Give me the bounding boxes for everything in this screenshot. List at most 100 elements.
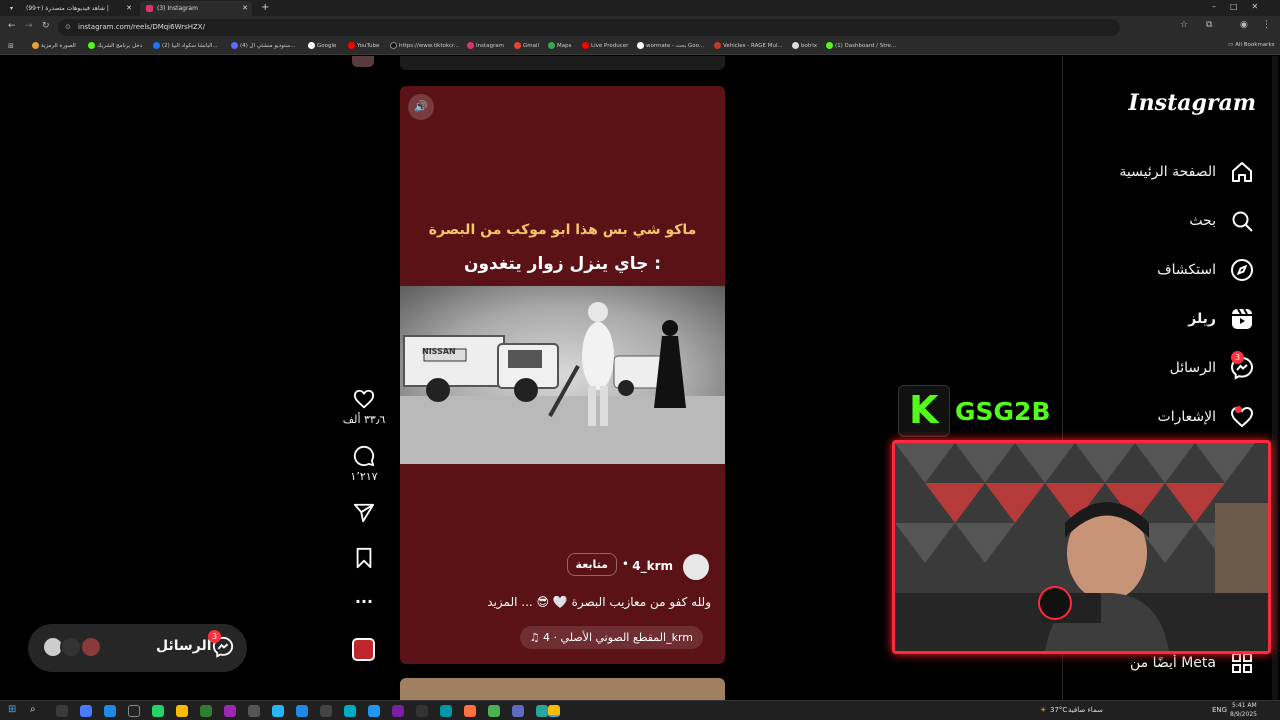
window-controls[interactable]: –□✕ bbox=[1212, 2, 1272, 11]
next-reel[interactable] bbox=[400, 678, 725, 700]
bookmark-item[interactable]: https://www.tiktokcr... bbox=[390, 42, 459, 49]
bookmark-item[interactable]: Maps bbox=[548, 42, 571, 49]
forward-icon[interactable]: → bbox=[25, 21, 33, 31]
chrome-active-icon[interactable] bbox=[548, 705, 560, 717]
messages-pill[interactable]: الرسائل 3 bbox=[28, 624, 247, 672]
sidebar-item-explore[interactable]: استكشاف bbox=[1157, 255, 1254, 285]
app-icon[interactable] bbox=[344, 705, 356, 717]
kick-logo-letter: K bbox=[909, 388, 939, 432]
windows-start-icon[interactable]: ⊞ bbox=[8, 704, 16, 715]
close-icon[interactable]: ✕ bbox=[242, 4, 248, 12]
app-icon[interactable] bbox=[512, 705, 524, 717]
app-icon[interactable] bbox=[80, 705, 92, 717]
tab-list-button[interactable]: ▾ bbox=[4, 1, 16, 16]
telegram-icon[interactable] bbox=[272, 705, 284, 717]
folder-icon: ▭ bbox=[1228, 42, 1234, 48]
scrollbar[interactable] bbox=[1272, 56, 1278, 700]
app-icon[interactable] bbox=[248, 705, 260, 717]
sidebar-item-reels[interactable]: ريلز bbox=[1188, 304, 1254, 334]
search-icon[interactable]: ⌕ bbox=[30, 704, 36, 715]
app-icon[interactable] bbox=[488, 705, 500, 717]
bookmark-item[interactable]: wormate - بحث Goo... bbox=[637, 42, 704, 49]
close-icon[interactable]: ✕ bbox=[126, 4, 132, 12]
whatsapp-icon[interactable] bbox=[152, 705, 164, 717]
bookmark-item[interactable]: YouTube bbox=[348, 42, 379, 49]
back-icon[interactable]: ← bbox=[8, 21, 16, 31]
weather-icon: ☀ bbox=[1040, 706, 1047, 714]
bookmark-label: الصورة الرمزية bbox=[41, 42, 76, 49]
star-icon[interactable]: ☆ bbox=[1180, 20, 1188, 30]
author-username[interactable]: 4_krm bbox=[632, 559, 673, 573]
app-icon[interactable] bbox=[464, 705, 476, 717]
sidebar-item-notifications[interactable]: الإشعارات bbox=[1158, 402, 1254, 432]
reload-icon[interactable]: ↻ bbox=[42, 21, 50, 31]
comment-count: ١٬٢١٧ bbox=[350, 470, 378, 483]
app-icon[interactable] bbox=[392, 705, 404, 717]
share-button[interactable] bbox=[342, 502, 386, 527]
like-button[interactable]: ٣٣٫٦ ألف bbox=[342, 388, 386, 426]
sidebar-item-label: بحث bbox=[1189, 213, 1216, 229]
bookmark-item[interactable]: Google bbox=[308, 42, 336, 49]
bookmark-label: (2) البانشا سكواد البيا... bbox=[162, 42, 218, 49]
language-indicator[interactable]: ENG bbox=[1212, 706, 1227, 714]
author-avatar[interactable] bbox=[681, 552, 711, 582]
more-options-icon[interactable]: ··· bbox=[342, 592, 386, 611]
messages-pill-badge: 3 bbox=[208, 630, 221, 643]
clock-time[interactable]: 5:41 AM bbox=[1232, 702, 1257, 709]
tab-youtube[interactable]: (99+) شاهد فيديوهات متصدرة | ✕ bbox=[20, 1, 136, 16]
save-button[interactable] bbox=[342, 547, 386, 572]
bookmark-item[interactable]: Instagram bbox=[467, 42, 504, 49]
app-icon[interactable] bbox=[200, 705, 212, 717]
like-count: ٣٣٫٦ ألف bbox=[342, 413, 386, 426]
extensions-icon[interactable]: ⧉ bbox=[1206, 20, 1212, 30]
app-icon[interactable] bbox=[440, 705, 452, 717]
sidebar-item-search[interactable]: بحث bbox=[1189, 206, 1254, 236]
audio-pill[interactable]: ♫ المقطع الصوتي الأصلي · 4_krm bbox=[519, 626, 703, 649]
url-field[interactable]: ⊙ instagram.com/reels/DMqi6WrsHZX/ bbox=[58, 19, 1120, 36]
profile-icon[interactable]: ◉ bbox=[1240, 20, 1248, 30]
bookmark-item[interactable]: Live Producer bbox=[582, 42, 628, 49]
reel-description[interactable]: ولله كفو من معازيب البصرة 🤍 😎 ... المزيد bbox=[411, 595, 711, 609]
audio-thumbnail[interactable] bbox=[352, 638, 375, 661]
app-icon[interactable] bbox=[104, 705, 116, 717]
tab-instagram[interactable]: (3) Instagram ✕ bbox=[140, 1, 252, 16]
bookmark-item[interactable]: (2) البانشا سكواد البيا... bbox=[153, 42, 218, 49]
new-tab-button[interactable]: + bbox=[261, 2, 269, 13]
app-icon[interactable] bbox=[224, 705, 236, 717]
taskview-icon[interactable] bbox=[56, 705, 68, 717]
speaker-icon[interactable]: 🔊 bbox=[408, 94, 434, 120]
app-icon[interactable] bbox=[368, 705, 380, 717]
bookmark-item[interactable]: الصورة الرمزية bbox=[32, 42, 76, 49]
clock-date[interactable]: 8/9/2025 bbox=[1230, 711, 1257, 718]
bookmark-item[interactable]: botrix bbox=[792, 42, 817, 49]
site-info-icon[interactable]: ⊙ bbox=[65, 19, 71, 36]
messages-pill-label: الرسائل bbox=[156, 638, 212, 654]
all-bookmarks[interactable]: ▭ All Bookmarks bbox=[1228, 42, 1275, 48]
messages-badge: 3 bbox=[1231, 351, 1244, 364]
bookmark-item[interactable]: Gmail bbox=[514, 42, 539, 49]
app-icon[interactable] bbox=[320, 705, 332, 717]
app-icon[interactable] bbox=[296, 705, 308, 717]
reel-video[interactable]: 🔊 ماكو شي بس هذا ابو موكب من البصرة جاي … bbox=[400, 86, 725, 664]
previous-reel[interactable] bbox=[400, 56, 725, 70]
bookmark-item[interactable]: (1) Dashboard / Stre... bbox=[826, 42, 896, 49]
bookmark-label: Live Producer bbox=[591, 42, 629, 49]
chrome-icon[interactable] bbox=[176, 705, 188, 717]
follow-button[interactable]: متابعة bbox=[566, 553, 617, 576]
bookmark-item[interactable]: دخل برنامج الشريك bbox=[88, 42, 142, 49]
comment-button[interactable]: ١٬٢١٧ bbox=[342, 445, 386, 483]
menu-icon[interactable]: ⋮ bbox=[1262, 20, 1271, 30]
bookmark-label: All Bookmarks bbox=[1235, 42, 1275, 48]
bookmark-item[interactable]: Vehicles - RAGE Mul... bbox=[714, 42, 783, 49]
bookmark-item[interactable]: (4) ستوديو منشئي ال... bbox=[231, 42, 296, 49]
sidebar-item-label: الصفحة الرئيسية bbox=[1119, 164, 1216, 180]
app-icon[interactable] bbox=[536, 705, 548, 717]
app-icon[interactable] bbox=[128, 705, 140, 717]
sidebar-item-home[interactable]: الصفحة الرئيسية bbox=[1119, 157, 1254, 187]
instagram-logo[interactable]: Instagram bbox=[1128, 90, 1256, 116]
previous-reel-avatar[interactable] bbox=[352, 56, 374, 67]
app-icon[interactable] bbox=[416, 705, 428, 717]
apps-grid-icon[interactable]: ⊞ bbox=[8, 42, 14, 50]
instagram-page: Instagram الصفحة الرئيسية بحث استكشاف ري… bbox=[0, 56, 1280, 700]
sidebar-item-messages[interactable]: الرسائل 3 bbox=[1170, 351, 1254, 383]
